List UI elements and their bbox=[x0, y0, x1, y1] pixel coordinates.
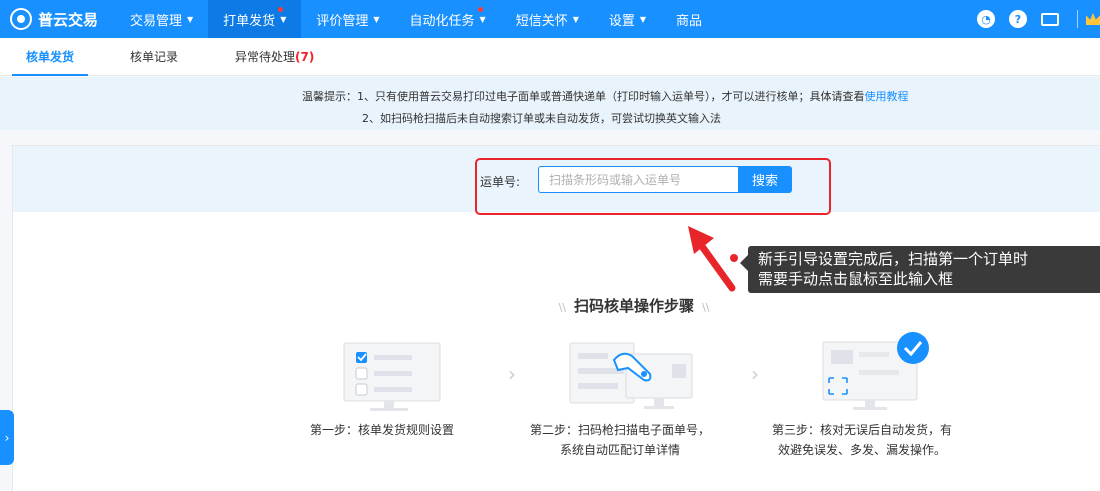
nav-item[interactable]: 打单发货 ▼ bbox=[208, 0, 302, 38]
crown-icon[interactable] bbox=[1086, 13, 1100, 25]
tab-check-ship[interactable]: 核单发货 bbox=[12, 38, 89, 76]
tab-check-record[interactable]: 核单记录 bbox=[116, 38, 192, 76]
logo-text: 普云交易 bbox=[38, 10, 99, 29]
notification-icon[interactable]: ◔ bbox=[977, 10, 995, 28]
nav-item[interactable]: 设置 ▼ bbox=[594, 0, 661, 38]
divider bbox=[1077, 10, 1078, 28]
ticket-icon[interactable] bbox=[1041, 12, 1059, 26]
sub-tabs: 核单发货 核单记录 异常待处理(7) bbox=[0, 38, 1100, 76]
checklist-icon bbox=[343, 342, 441, 411]
notification-dot bbox=[278, 7, 284, 12]
step-1-text: 第一步：核单发货规则设置 bbox=[310, 420, 454, 440]
title-deco-right: \\ bbox=[702, 301, 710, 314]
guide-line-2: 需要手动点击鼠标至此输入框 bbox=[758, 270, 954, 288]
step-3-text: 第三步：核对无误后自动发货，有 效避免误发、多发、漏发操作。 bbox=[772, 420, 952, 460]
tutorial-link[interactable]: 使用教程 bbox=[865, 90, 909, 103]
tab-label: 异常待处理 bbox=[235, 50, 296, 64]
logo[interactable]: 普云交易 bbox=[0, 8, 115, 30]
nav-item-label: 评价管理 bbox=[316, 13, 369, 29]
tab-label: 核单记录 bbox=[130, 50, 179, 64]
tip-banner: 温馨提示：1、只有使用普云交易打印过电子面单或普通快递单（打印时输入运单号），才… bbox=[0, 77, 1100, 130]
steps-title-row: \\ 扫码核单操作步骤 \\ bbox=[0, 295, 1100, 316]
nav-item-label: 交易管理 bbox=[130, 13, 183, 29]
nav-item[interactable]: 评价管理 ▼ bbox=[301, 0, 394, 38]
chevron-down-icon: ▼ bbox=[280, 14, 287, 24]
nav-item-label: 商品 bbox=[676, 13, 703, 29]
top-nav: 普云交易 交易管理 ▼ 打单发货 ▼ 评价管理 ▼ 自动化任务 ▼ 短信关怀 ▼ 设置 ▼ 商品 ◔ ? bbox=[0, 0, 1100, 38]
steps-title: 扫码核单操作步骤 bbox=[573, 297, 694, 315]
nav-item-label: 打单发货 bbox=[223, 13, 276, 29]
chevron-right-icon: › bbox=[4, 430, 10, 445]
scanner-icon bbox=[569, 342, 693, 409]
guide-tooltip: 新手引导设置完成后，扫描第一个订单时 需要手动点击鼠标至此输入框 bbox=[740, 246, 1100, 293]
highlight-box bbox=[475, 158, 831, 215]
guide-dot bbox=[730, 254, 738, 262]
search-band: 运单号: 搜索 bbox=[13, 146, 1100, 215]
tab-label: 核单发货 bbox=[26, 50, 75, 64]
tip-line-1: 温馨提示：1、只有使用普云交易打印过电子面单或普通快递单（打印时输入运单号），才… bbox=[302, 88, 909, 104]
guide-line-1: 新手引导设置完成后，扫描第一个订单时 bbox=[758, 250, 1029, 268]
nav-item[interactable]: 商品 bbox=[661, 0, 717, 38]
exception-count: (7) bbox=[295, 50, 315, 64]
chevron-down-icon: ▼ bbox=[479, 14, 486, 24]
nav-item-label: 设置 bbox=[608, 13, 635, 29]
nav-menu: 交易管理 ▼ 打单发货 ▼ 评价管理 ▼ 自动化任务 ▼ 短信关怀 ▼ 设置 ▼ 商品 bbox=[115, 0, 717, 38]
chevron-down-icon: ▼ bbox=[373, 14, 380, 24]
nav-item[interactable]: 交易管理 ▼ bbox=[115, 0, 208, 38]
title-deco-left: \\ bbox=[558, 301, 566, 314]
tab-exception[interactable]: 异常待处理(7) bbox=[221, 38, 328, 76]
step-2-line-2: 系统自动匹配订单详情 bbox=[560, 443, 681, 457]
step-arrow-icon: › bbox=[508, 362, 516, 386]
step-2-text: 第二步：扫码枪扫描电子面单号， 系统自动匹配订单详情 bbox=[530, 420, 710, 460]
side-expand-tab[interactable]: › bbox=[0, 410, 14, 465]
step-3-line-2: 效避免误发、多发、漏发操作。 bbox=[778, 443, 947, 457]
chevron-down-icon: ▼ bbox=[572, 14, 579, 24]
step-1-line-1: 第一步：核单发货规则设置 bbox=[310, 423, 455, 437]
nav-item-label: 短信关怀 bbox=[515, 13, 568, 29]
nav-item[interactable]: 短信关怀 ▼ bbox=[501, 0, 594, 38]
chevron-down-icon: ▼ bbox=[639, 14, 647, 24]
nav-item-label: 自动化任务 bbox=[409, 13, 475, 29]
nav-item[interactable]: 自动化任务 ▼ bbox=[395, 0, 501, 38]
tip-text: 温馨提示：1、只有使用普云交易打印过电子面单或普通快递单（打印时输入运单号），才… bbox=[302, 90, 865, 103]
logo-icon bbox=[10, 8, 32, 30]
nav-right-icons: ◔ ? bbox=[977, 0, 1100, 38]
tip-line-2: 2、如扫码枪扫描后未自动搜索订单或未自动发货，可尝试切换英文输入法 bbox=[362, 112, 721, 125]
chevron-down-icon: ▼ bbox=[187, 14, 194, 24]
step-3-line-1: 第三步：核对无误后自动发货，有 bbox=[772, 423, 953, 437]
notification-dot bbox=[477, 7, 483, 12]
step-arrow-icon: › bbox=[751, 362, 759, 386]
auto-ship-icon bbox=[822, 332, 929, 410]
step-2-line-1: 第二步：扫码枪扫描电子面单号， bbox=[530, 423, 711, 437]
help-icon[interactable]: ? bbox=[1009, 10, 1027, 28]
